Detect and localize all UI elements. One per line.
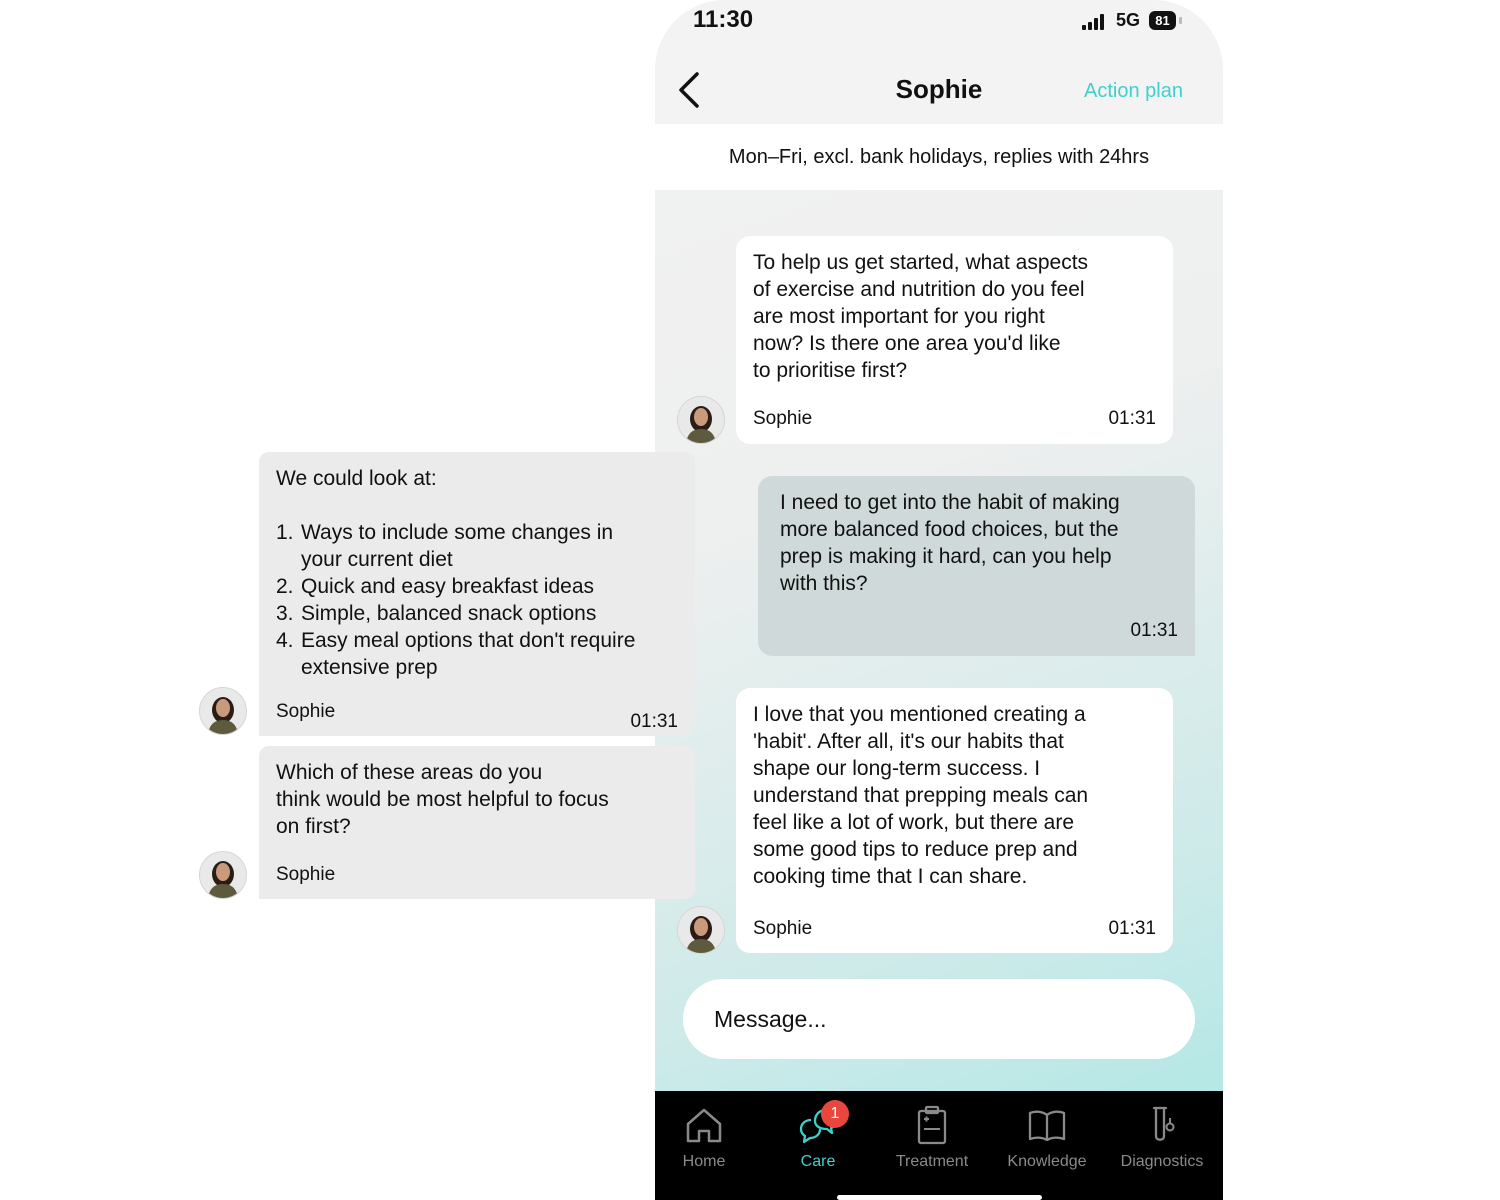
list-number: 2. xyxy=(276,575,294,598)
signal-icon xyxy=(1082,14,1110,30)
bottom-tab-bar: Home 1 Care Treatment Knowledge Diagnost… xyxy=(655,1091,1223,1200)
tab-label: Treatment xyxy=(895,1153,969,1170)
options-list: 1. Ways to include some changes in your … xyxy=(276,519,678,681)
message-text: I need to get into the habit of making m… xyxy=(780,491,1120,595)
tab-treatment[interactable]: Treatment xyxy=(877,1105,987,1171)
list-number: 3. xyxy=(276,602,294,625)
user-message-bubble: I need to get into the habit of making m… xyxy=(758,476,1195,656)
message-time: 01:31 xyxy=(1130,620,1178,641)
test-tube-icon xyxy=(1152,1106,1175,1141)
message-sender: Sophie xyxy=(753,918,813,939)
message-text: To help us get started, what aspects of … xyxy=(753,251,1089,382)
message-input[interactable]: Message... xyxy=(683,979,1195,1059)
tab-home[interactable]: Home xyxy=(655,1105,759,1171)
list-text: Quick and easy breakfast ideas xyxy=(301,575,594,598)
tab-care[interactable]: 1 Care xyxy=(763,1100,873,1171)
message-sender: Sophie xyxy=(753,408,813,429)
battery-icon: 81 xyxy=(1149,11,1176,30)
clipboard-icon xyxy=(917,1105,947,1145)
message-bubble: We could look at: 1. Ways to include som… xyxy=(259,452,695,736)
tab-label: Knowledge xyxy=(1007,1153,1087,1170)
list-text: Simple, balanced snack options xyxy=(301,602,597,625)
list-item: 3. Simple, balanced snack options xyxy=(276,600,678,627)
list-text: Easy meal options that don't require ext… xyxy=(301,629,636,679)
list-item: 1. Ways to include some changes in your … xyxy=(276,519,678,573)
message-bubble: Which of these areas do you think would … xyxy=(259,746,695,899)
list-text: Ways to include some changes in your cur… xyxy=(301,521,614,571)
person-avatar-icon xyxy=(678,907,724,953)
home-icon xyxy=(686,1108,722,1143)
message-intro: We could look at: xyxy=(276,467,437,490)
status-bar: 11:30 5G 81 xyxy=(655,0,1223,50)
phone-screen: 11:30 5G 81 Sophie Action plan Mon–Fri, … xyxy=(655,0,1223,1200)
tab-label: Home xyxy=(682,1153,726,1170)
home-indicator xyxy=(837,1195,1042,1200)
message-bubble: To help us get started, what aspects of … xyxy=(736,236,1173,444)
message-time: 01:31 xyxy=(1108,408,1156,429)
list-number: 4. xyxy=(276,629,294,652)
message-text: Which of these areas do you think would … xyxy=(276,761,609,838)
person-avatar-icon xyxy=(678,397,724,443)
list-item: 2. Quick and easy breakfast ideas xyxy=(276,573,678,600)
list-item: 4. Easy meal options that don't require … xyxy=(276,627,678,681)
battery-tip xyxy=(1179,17,1182,24)
avatar xyxy=(677,396,725,444)
tab-knowledge[interactable]: Knowledge xyxy=(992,1105,1102,1171)
message-time: 01:31 xyxy=(1108,918,1156,939)
status-time: 11:30 xyxy=(693,6,754,33)
notification-badge: 1 xyxy=(821,1100,849,1128)
book-icon xyxy=(1028,1110,1066,1142)
chat-header: Sophie Action plan xyxy=(655,50,1223,124)
person-avatar-icon xyxy=(200,688,246,734)
message-text: I love that you mentioned creating a 'ha… xyxy=(753,703,1089,888)
message-sender: Sophie xyxy=(276,701,336,722)
tab-label: Care xyxy=(800,1153,836,1170)
action-plan-link[interactable]: Action plan xyxy=(1084,80,1183,103)
message-bubble: I love that you mentioned creating a 'ha… xyxy=(736,688,1173,953)
avatar xyxy=(677,906,725,954)
message-sender: Sophie xyxy=(276,864,336,885)
person-avatar-icon xyxy=(200,852,246,898)
avatar xyxy=(199,687,247,735)
tab-label: Diagnostics xyxy=(1120,1153,1204,1170)
avatar xyxy=(199,851,247,899)
list-number: 1. xyxy=(276,521,294,544)
availability-banner: Mon–Fri, excl. bank holidays, replies wi… xyxy=(655,124,1223,190)
tab-diagnostics[interactable]: Diagnostics xyxy=(1107,1105,1217,1171)
message-time: 01:31 xyxy=(630,711,678,732)
network-label: 5G xyxy=(1116,10,1141,30)
